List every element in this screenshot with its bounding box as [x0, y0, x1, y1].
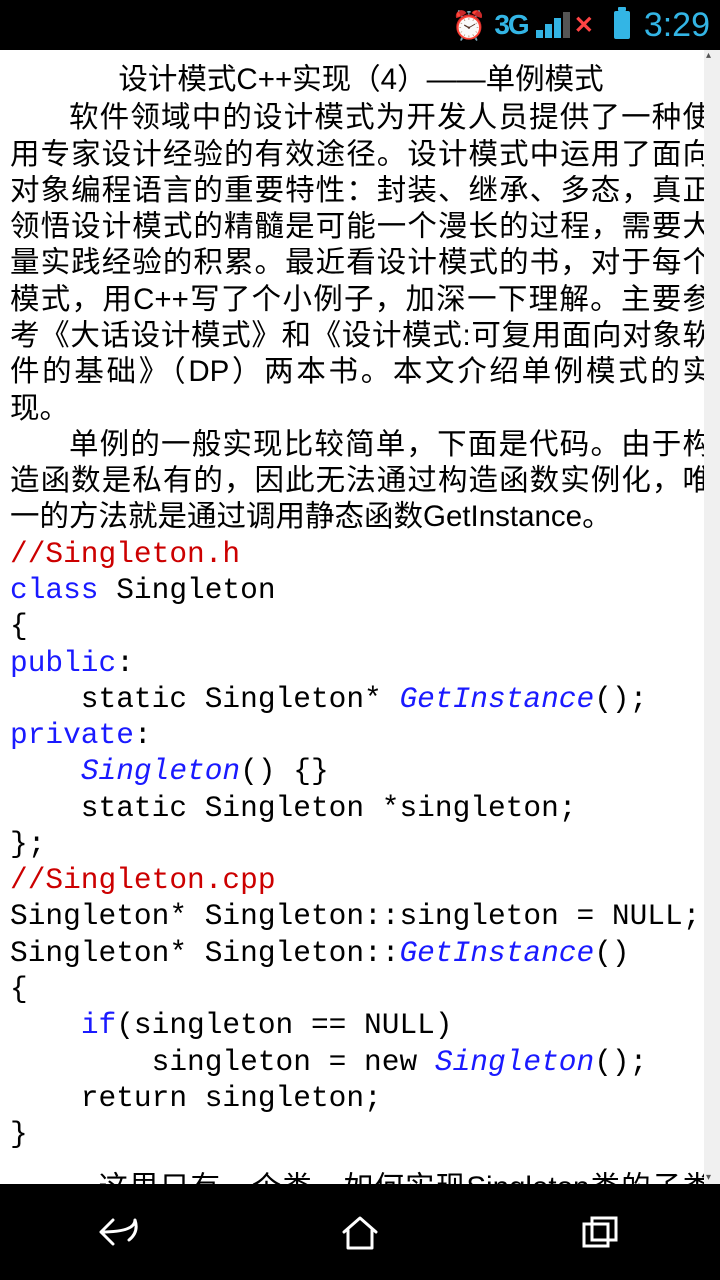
code-line: singleton = new Singleton(); [10, 1044, 712, 1080]
document-content[interactable]: 设计模式C++实现（4）——单例模式 软件领域中的设计模式为开发人员提供了一种使… [0, 50, 720, 1184]
code-line: Singleton* Singleton::singleton = NULL; [10, 898, 712, 934]
code-line: Singleton* Singleton::GetInstance() [10, 935, 712, 971]
status-bar: ⏰ 3G ✕ 3:29 [0, 0, 720, 50]
recent-apps-icon [578, 1212, 622, 1252]
paragraph-3: 这里只有一个类，如何实现Singleton类的子类呢？也就说Singleton有… [10, 1170, 712, 1184]
scrollbar[interactable]: ▴ ▾ [704, 50, 720, 1184]
home-icon [338, 1212, 382, 1252]
alarm-icon: ⏰ [451, 9, 486, 42]
home-button[interactable] [330, 1202, 390, 1262]
code-line: static Singleton *singleton; [10, 790, 712, 826]
code-line: return singleton; [10, 1080, 712, 1116]
recent-apps-button[interactable] [570, 1202, 630, 1262]
scroll-up-icon[interactable]: ▴ [706, 50, 711, 62]
spacer [10, 1152, 712, 1170]
code-line: //Singleton.h [10, 536, 712, 572]
network-3g-label: 3G [494, 9, 527, 41]
document-title: 设计模式C++实现（4）——单例模式 [10, 62, 712, 98]
clock-label: 3:29 [644, 6, 710, 45]
code-line: Singleton() {} [10, 753, 712, 789]
navigation-bar [0, 1184, 720, 1280]
code-line: private: [10, 717, 712, 753]
bluetooth-disabled-icon: ✕ [574, 11, 594, 40]
code-line: { [10, 608, 712, 644]
code-line: { [10, 971, 712, 1007]
paragraph-1: 软件领域中的设计模式为开发人员提供了一种使用专家设计经验的有效途径。设计模式中运… [10, 100, 712, 427]
code-line: } [10, 1116, 712, 1152]
paragraph-2: 单例的一般实现比较简单，下面是代码。由于构造函数是私有的，因此无法通过构造函数实… [10, 427, 712, 536]
code-line: //Singleton.cpp [10, 862, 712, 898]
code-line: static Singleton* GetInstance(); [10, 681, 712, 717]
code-line: if(singleton == NULL) [10, 1007, 712, 1043]
scroll-down-icon[interactable]: ▾ [706, 1172, 711, 1184]
signal-icon [536, 12, 570, 38]
back-button[interactable] [90, 1202, 150, 1262]
code-line: }; [10, 826, 712, 862]
code-line: public: [10, 645, 712, 681]
battery-icon [614, 11, 630, 39]
back-icon [95, 1212, 145, 1252]
code-line: class Singleton [10, 572, 712, 608]
